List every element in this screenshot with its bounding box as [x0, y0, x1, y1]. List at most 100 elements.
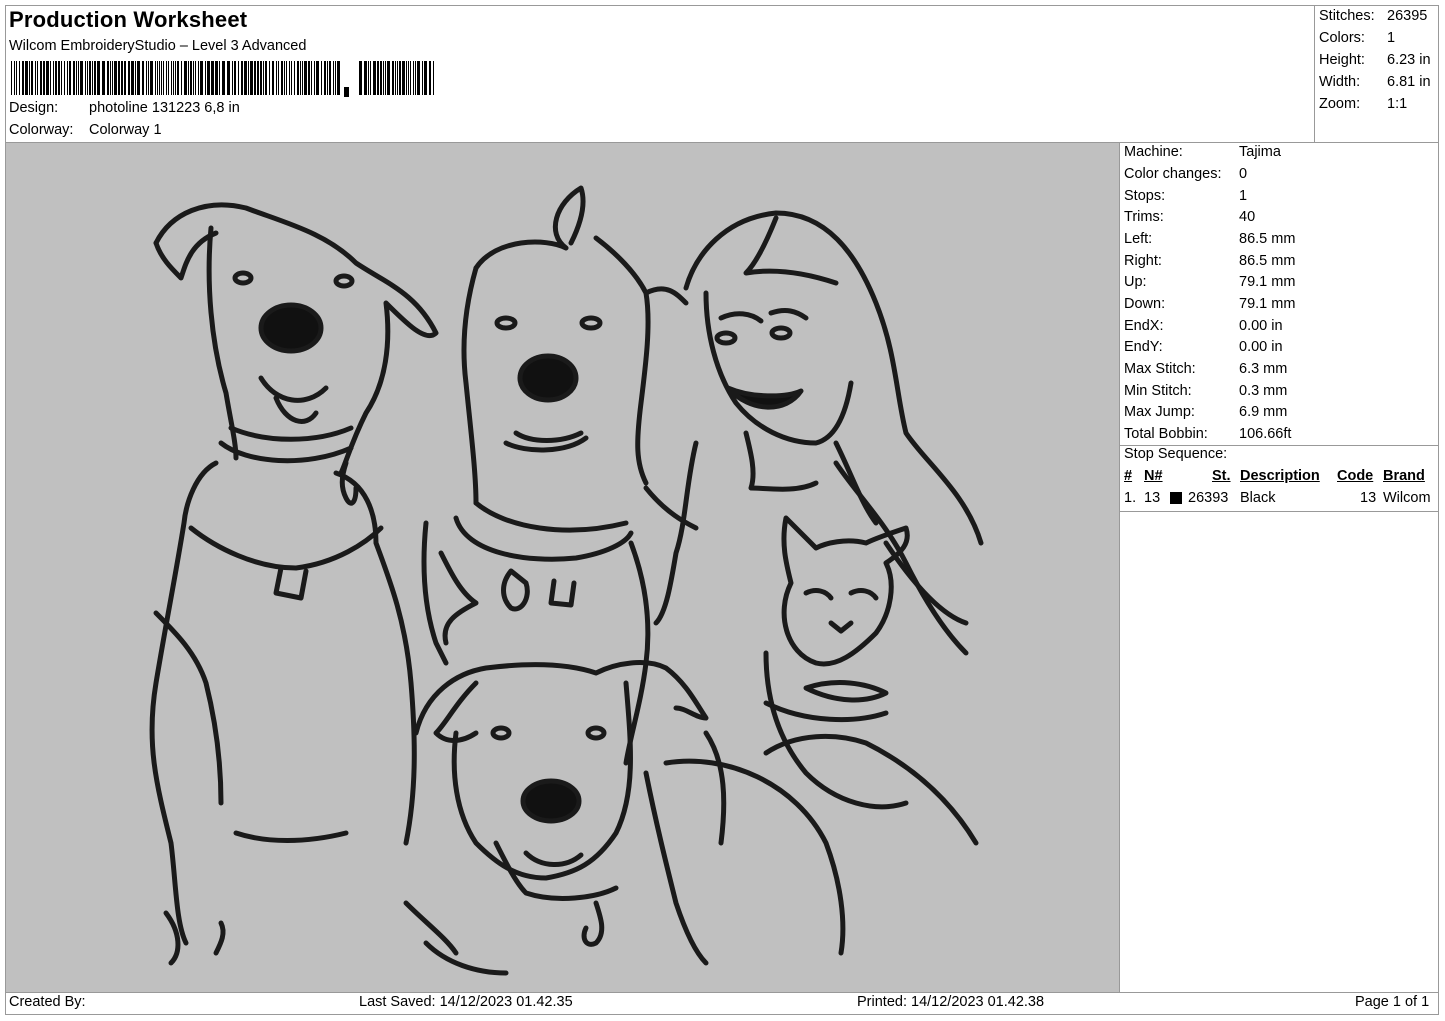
endx-value: 0.00 in	[1239, 318, 1283, 334]
col-header-code: Code	[1337, 468, 1374, 484]
min-stitch-row: Min Stitch: 0.3 mm	[1124, 383, 1287, 399]
max-jump-label: Max Jump:	[1124, 404, 1195, 420]
colors-value: 1	[1387, 30, 1396, 46]
endx-label: EndX:	[1124, 318, 1164, 334]
left-row: Left: 86.5 mm	[1124, 231, 1295, 247]
row-brand: Wilcom	[1383, 490, 1431, 506]
design-preview	[6, 143, 1119, 992]
table-bottom-divider	[1120, 511, 1439, 512]
dog-left-eye-left	[232, 270, 254, 286]
row-st: 26393	[1188, 490, 1229, 506]
height-label: Height:	[1319, 52, 1365, 68]
thread-color-swatch	[1170, 492, 1182, 504]
col-header-st: St.	[1212, 468, 1231, 484]
endx-row: EndX: 0.00 in	[1124, 318, 1283, 334]
color-changes-value: 0	[1239, 166, 1248, 182]
zoom-label: Zoom:	[1319, 96, 1361, 112]
printed-date: Printed: 14/12/2023 01.42.38	[857, 994, 1045, 1010]
colorway-label: Colorway:	[9, 122, 74, 138]
min-stitch-label: Min Stitch:	[1124, 383, 1192, 399]
trims-value: 40	[1239, 209, 1256, 225]
stitches-value: 26395	[1387, 8, 1428, 24]
right-label: Right:	[1124, 253, 1162, 269]
machine-info-panel: Machine: Tajima Color changes: 0 Stops: 1 T…	[1120, 143, 1439, 993]
col-header-n: N#	[1144, 468, 1163, 484]
dog-left-eye-right	[333, 273, 355, 289]
colorway-row: Colorway: Colorway 1	[9, 122, 162, 138]
woman-eye-left	[714, 330, 738, 346]
max-stitch-row: Max Stitch: 6.3 mm	[1124, 361, 1287, 377]
dog-left-mouth	[258, 375, 329, 424]
left-value: 86.5 mm	[1239, 231, 1296, 247]
width-row: Width: 6.81 in	[1319, 74, 1431, 90]
row-n: 13	[1144, 490, 1161, 506]
dog-bottom-mouth	[523, 850, 584, 867]
trims-label: Trims:	[1124, 209, 1164, 225]
dog-center-eye-right	[579, 315, 603, 331]
stitches-row: Stitches: 26395	[1319, 8, 1427, 24]
stops-row: Stops: 1	[1124, 188, 1247, 204]
height-value: 6.23 in	[1387, 52, 1431, 68]
arm-outline	[763, 734, 979, 846]
color-changes-label: Color changes:	[1124, 166, 1222, 182]
stops-value: 1	[1239, 188, 1248, 204]
woman-eyebrows	[718, 308, 809, 324]
dog-left-nose	[258, 302, 324, 354]
total-bobbin-row: Total Bobbin: 106.66ft	[1124, 426, 1291, 442]
stitches-label: Stitches:	[1319, 8, 1375, 24]
page-title: Production Worksheet	[9, 7, 248, 32]
colors-label: Colors:	[1319, 30, 1365, 46]
down-row: Down: 79.1 mm	[1124, 296, 1295, 312]
right-value: 86.5 mm	[1239, 253, 1296, 269]
dog-center-eye-left	[494, 315, 518, 331]
dog-center-nose	[517, 353, 579, 403]
row-num: 1.	[1124, 490, 1137, 506]
woman-eye-right	[769, 325, 793, 341]
total-bobbin-label: Total Bobbin:	[1124, 426, 1208, 442]
barcode	[11, 61, 434, 97]
zoom-row: Zoom: 1:1	[1319, 96, 1407, 112]
cat-outline	[763, 515, 910, 810]
worksheet-header: Production Worksheet Wilcom EmbroiderySt…	[5, 5, 1315, 143]
machine-label: Machine:	[1124, 144, 1183, 160]
stops-label: Stops:	[1124, 188, 1166, 204]
max-jump-row: Max Jump: 6.9 mm	[1124, 404, 1287, 420]
colorway-value: Colorway 1	[89, 122, 162, 138]
right-row: Right: 86.5 mm	[1124, 253, 1295, 269]
up-value: 79.1 mm	[1239, 274, 1296, 290]
max-stitch-value: 6.3 mm	[1239, 361, 1288, 377]
page-number: Page 1 of 1	[1355, 994, 1430, 1010]
endy-row: EndY: 0.00 in	[1124, 339, 1283, 355]
woman-outline	[643, 210, 984, 846]
endy-label: EndY:	[1124, 339, 1163, 355]
design-summary: Stitches: 26395 Colors: 1 Height: 6.23 in W…	[1314, 5, 1439, 143]
created-by: Created By:	[9, 994, 86, 1010]
endy-value: 0.00 in	[1239, 339, 1283, 355]
trims-row: Trims: 40	[1124, 209, 1255, 225]
design-label: Design:	[9, 100, 59, 116]
col-header-brand: Brand	[1383, 468, 1425, 484]
design-value: photoline 131223 6,8 in	[89, 100, 240, 116]
down-label: Down:	[1124, 296, 1166, 312]
width-value: 6.81 in	[1387, 74, 1431, 90]
total-bobbin-value: 106.66ft	[1239, 426, 1292, 442]
last-saved: Last Saved: 14/12/2023 01.42.35	[359, 994, 573, 1010]
width-label: Width:	[1319, 74, 1361, 90]
row-description: Black	[1240, 490, 1276, 506]
down-value: 79.1 mm	[1239, 296, 1296, 312]
col-header-description: Description	[1240, 468, 1320, 484]
knee-outline	[663, 758, 846, 956]
row-code: 13	[1360, 490, 1377, 506]
zoom-value: 1:1	[1387, 96, 1408, 112]
embroidery-artwork	[149, 185, 984, 976]
dog-bottom-nose	[520, 778, 582, 824]
up-row: Up: 79.1 mm	[1124, 274, 1295, 290]
footer-divider	[5, 992, 1439, 993]
min-stitch-value: 0.3 mm	[1239, 383, 1288, 399]
max-jump-value: 6.9 mm	[1239, 404, 1288, 420]
software-name: Wilcom EmbroideryStudio – Level 3 Advanc…	[9, 38, 307, 54]
left-label: Left:	[1124, 231, 1153, 247]
max-stitch-label: Max Stitch:	[1124, 361, 1196, 377]
colors-row: Colors: 1	[1319, 30, 1395, 46]
height-row: Height: 6.23 in	[1319, 52, 1431, 68]
